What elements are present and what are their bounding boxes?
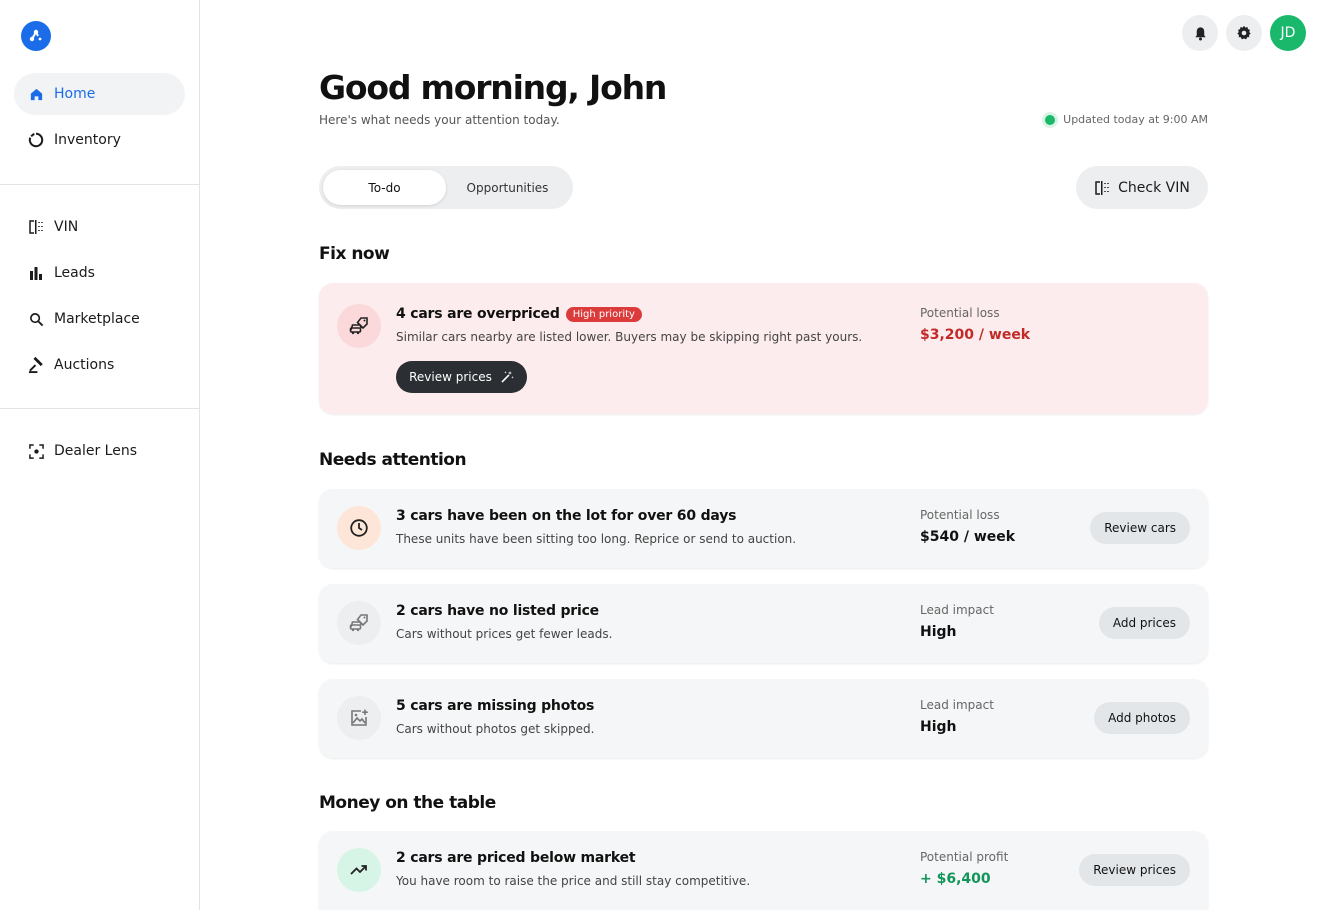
- settings-button[interactable]: [1226, 15, 1262, 51]
- add-photos-button[interactable]: Add photos: [1094, 702, 1190, 734]
- section-title-fix-now: Fix now: [319, 244, 390, 264]
- section-title-money: Money on the table: [319, 793, 496, 813]
- gear-icon: [1237, 25, 1251, 40]
- vin-icon: [1095, 180, 1109, 195]
- card-title: 4 cars are overpriced High priority: [396, 306, 642, 322]
- review-cars-button[interactable]: Review cars: [1090, 512, 1190, 544]
- metric-label: Potential profit: [920, 850, 1009, 864]
- sidebar-item-label: Home: [54, 86, 96, 102]
- review-prices-button[interactable]: Review prices: [396, 361, 527, 393]
- card-description: Cars without photos get skipped.: [396, 722, 595, 736]
- metric-label: Potential loss: [920, 306, 1000, 320]
- sidebar-item-inventory[interactable]: Inventory: [14, 119, 185, 161]
- metric-value: High: [920, 719, 957, 735]
- image-add-icon: [337, 696, 381, 740]
- sidebar-divider: [0, 184, 199, 185]
- metric-label: Potential loss: [920, 508, 1000, 522]
- review-prices-label: Review prices: [409, 370, 492, 384]
- metric-value: $3,200 / week: [920, 327, 1031, 343]
- bar-chart-icon: [28, 265, 44, 281]
- sidebar-item-auctions[interactable]: Auctions: [14, 344, 185, 386]
- status-dot-icon: [1045, 114, 1056, 125]
- tab-todo[interactable]: To-do: [323, 170, 446, 205]
- add-prices-button[interactable]: Add prices: [1098, 607, 1190, 639]
- notifications-button[interactable]: [1182, 15, 1218, 51]
- nav-tools: VIN Leads Marketplace Auctions: [0, 206, 199, 390]
- metric-value: + $6,400: [920, 871, 991, 887]
- sidebar-item-vin[interactable]: VIN: [14, 206, 185, 248]
- page-subtitle: Here's what needs your attention today.: [319, 113, 560, 127]
- metric-label: Lead impact: [920, 603, 994, 617]
- top-actions: JD: [1182, 15, 1306, 51]
- trending-up-icon: [337, 848, 381, 892]
- review-prices-button[interactable]: Review prices: [1079, 854, 1190, 886]
- section-title-needs-attention: Needs attention: [319, 450, 467, 470]
- view-tabs: To-do Opportunities: [319, 166, 573, 209]
- card-title: 5 cars are missing photos: [396, 698, 595, 714]
- card-description: Cars without prices get fewer leads.: [396, 627, 613, 641]
- sidebar: Home Inventory VIN Leads Marketplace Auc…: [0, 0, 200, 910]
- sidebar-item-leads[interactable]: Leads: [14, 252, 185, 294]
- check-vin-button[interactable]: Check VIN: [1076, 166, 1208, 209]
- card-title: 3 cars have been on the lot for over 60 …: [396, 508, 737, 524]
- page-title: Good morning, John: [319, 68, 667, 107]
- card-description: You have room to raise the price and sti…: [396, 874, 751, 888]
- clock-icon: [337, 506, 381, 550]
- priority-badge: High priority: [565, 307, 642, 322]
- gavel-icon: [28, 356, 44, 373]
- card-title-text: 4 cars are overpriced: [396, 306, 560, 322]
- sidebar-item-marketplace[interactable]: Marketplace: [14, 298, 185, 340]
- metric-label: Lead impact: [920, 698, 994, 712]
- check-vin-label: Check VIN: [1118, 179, 1190, 196]
- magic-wand-icon: [501, 371, 514, 383]
- card-no-price: 2 cars have no listed price Cars without…: [319, 584, 1208, 663]
- card-description: These units have been sitting too long. …: [396, 532, 797, 546]
- card-overpriced: 4 cars are overpriced High priority Simil…: [319, 283, 1208, 414]
- sidebar-item-label: Dealer Lens: [54, 443, 138, 459]
- sidebar-item-dealer-lens[interactable]: Dealer Lens: [14, 430, 185, 472]
- sidebar-item-label: Inventory: [54, 132, 121, 148]
- card-description: Similar cars nearby are listed lower. Bu…: [396, 330, 863, 344]
- vin-icon: [28, 219, 44, 235]
- update-status: Updated today at 9:00 AM: [1045, 113, 1208, 126]
- update-status-text: Updated today at 9:00 AM: [1063, 113, 1208, 126]
- card-missing-photos: 5 cars are missing photos Cars without p…: [319, 679, 1208, 758]
- search-icon: [28, 311, 44, 327]
- sidebar-item-label: Marketplace: [54, 311, 140, 327]
- card-title: 2 cars are priced below market: [396, 850, 636, 866]
- sidebar-item-label: VIN: [54, 219, 79, 235]
- bell-icon: [1194, 26, 1206, 40]
- home-icon: [28, 86, 44, 102]
- card-title: 2 cars have no listed price: [396, 603, 599, 619]
- price-tag-car-icon: [337, 601, 381, 645]
- nav-primary: Home Inventory: [0, 73, 199, 165]
- sidebar-item-label: Auctions: [54, 357, 115, 373]
- logo-icon: [29, 29, 42, 42]
- app-logo[interactable]: [21, 21, 51, 51]
- tab-opportunities[interactable]: Opportunities: [446, 170, 569, 205]
- price-tag-car-icon: [337, 304, 381, 348]
- sidebar-divider: [0, 408, 199, 409]
- focus-icon: [28, 443, 44, 459]
- metric-value: $540 / week: [920, 529, 1016, 545]
- sidebar-item-home[interactable]: Home: [14, 73, 185, 115]
- metric-value: High: [920, 624, 957, 640]
- nav-secondary: Dealer Lens: [0, 430, 199, 476]
- ring-icon: [28, 132, 44, 148]
- sidebar-item-label: Leads: [54, 265, 95, 281]
- avatar[interactable]: JD: [1270, 15, 1306, 51]
- card-aged-inventory: 3 cars have been on the lot for over 60 …: [319, 489, 1208, 568]
- card-below-market: 2 cars are priced below market You have …: [319, 831, 1208, 910]
